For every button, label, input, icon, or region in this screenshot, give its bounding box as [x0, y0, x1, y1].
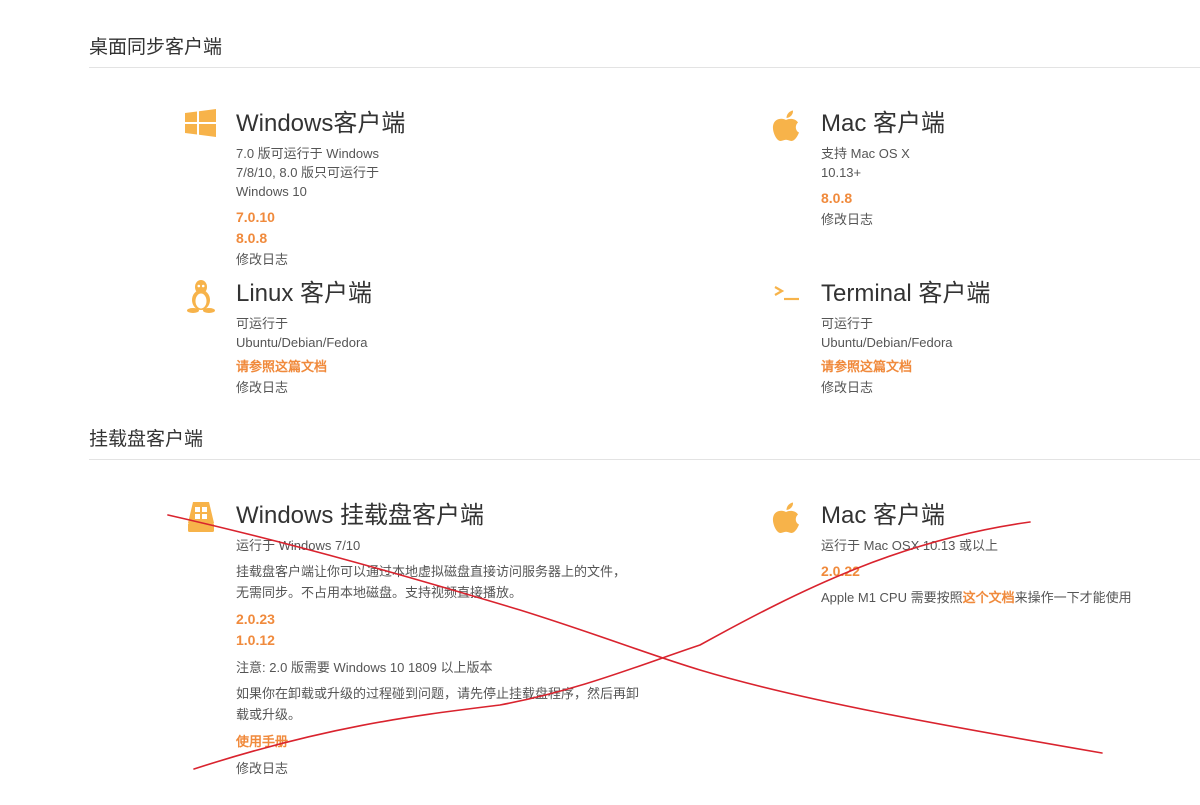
windows-client-changelog-link[interactable]: 修改日志 [236, 249, 405, 270]
terminal-client-desc: 可运行于 Ubuntu/Debian/Fedora [821, 316, 953, 350]
section-title-mount: 挂载盘客户端 [89, 428, 1200, 460]
mac-client-desc: 支持 Mac OS X 10.13+ [821, 146, 910, 180]
windows-client-version-link[interactable]: 8.0.8 [236, 228, 405, 249]
mac-drive-client-title: Mac 客户端 [821, 502, 946, 529]
linux-client-changelog-link[interactable]: 修改日志 [236, 377, 372, 398]
linux-client-doc-link[interactable]: 请参照这篇文档 [236, 356, 372, 377]
mac-drive-version-link[interactable]: 2.0.22 [821, 561, 1132, 582]
terminal-client-title: Terminal 客户端 [821, 280, 991, 307]
terminal-icon [769, 279, 803, 313]
terminal-client-changelog-link[interactable]: 修改日志 [821, 377, 990, 398]
windows-icon [184, 109, 218, 143]
mac-drive-client-desc: 运行于 Mac OSX 10.13 或以上 [821, 538, 998, 553]
mac-drive-m1-doc-link[interactable]: 这个文档 [963, 590, 1015, 605]
windows-client-title: Windows客户端 [236, 110, 406, 137]
windows-drive-client-desc: 运行于 Windows 7/10 [236, 538, 361, 553]
windows-drive-version-link[interactable]: 1.0.12 [236, 630, 646, 651]
section-title-desktop: 桌面同步客户端 [89, 36, 1200, 68]
linux-icon [184, 279, 218, 313]
windows-drive-version-link[interactable]: 2.0.23 [236, 609, 646, 630]
linux-client-title: Linux 客户端 [236, 280, 373, 307]
windows-drive-note: 注意: 2.0 版需要 Windows 10 1809 以上版本 [236, 660, 493, 675]
mac-drive-m1-suffix: 来操作一下才能使用 [1014, 590, 1132, 605]
terminal-client-doc-link[interactable]: 请参照这篇文档 [821, 356, 990, 377]
apple-icon [769, 109, 803, 143]
linux-client-desc: 可运行于 Ubuntu/Debian/Fedora [236, 316, 368, 350]
windows-drive-client-title: Windows 挂载盘客户端 [236, 502, 485, 529]
windows-client-desc: 7.0 版可运行于 Windows 7/8/10, 8.0 版只可运行于 Win… [236, 146, 380, 199]
windows-client-version-link[interactable]: 7.0.10 [236, 207, 405, 228]
mac-drive-m1-note: Apple M1 CPU 需要按照这个文档来操作一下才能使用 [821, 587, 1132, 608]
windows-drive-client-description: 挂载盘客户端让你可以通过本地虚拟磁盘直接访问服务器上的文件，无需同步。不占用本地… [236, 564, 627, 600]
mac-client-title: Mac 客户端 [821, 110, 946, 137]
mac-client-changelog-link[interactable]: 修改日志 [821, 209, 945, 230]
windows-drive-troubleshoot-text: 如果你在卸载或升级的过程碰到问题，请先停止挂载盘程序，然后再卸载或升级。 [236, 686, 640, 722]
mac-drive-m1-prefix: Apple M1 CPU 需要按照 [821, 590, 963, 605]
windows-drive-manual-link[interactable]: 使用手册 [236, 731, 646, 752]
windows-drive-icon [184, 501, 218, 535]
mac-client-version-link[interactable]: 8.0.8 [821, 188, 945, 209]
windows-drive-changelog-link[interactable]: 修改日志 [236, 758, 646, 779]
apple-icon [769, 501, 803, 535]
